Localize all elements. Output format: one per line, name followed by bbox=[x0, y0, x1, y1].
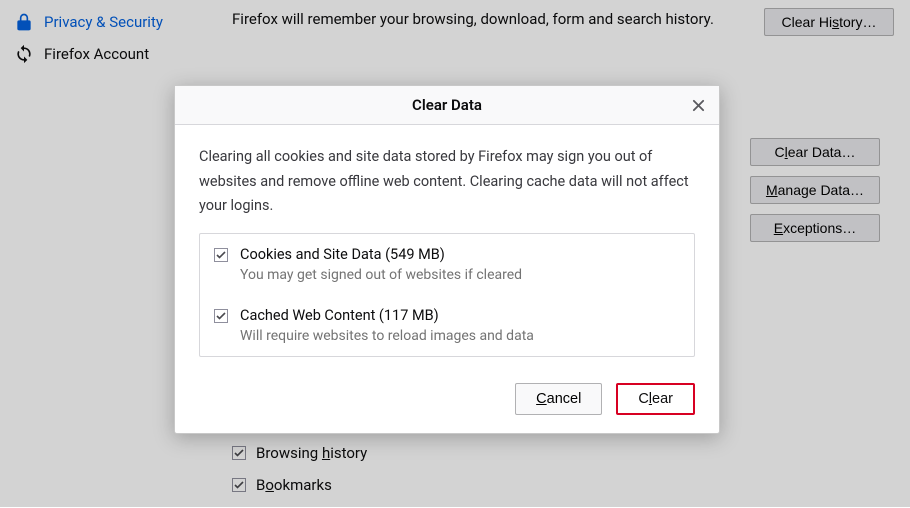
dialog-description: Clearing all cookies and site data store… bbox=[199, 145, 695, 219]
cancel-button[interactable]: Cancel bbox=[515, 383, 602, 415]
dialog-header: Clear Data bbox=[175, 86, 719, 125]
close-icon[interactable] bbox=[687, 94, 709, 116]
dialog-title: Clear Data bbox=[412, 96, 482, 114]
dialog-footer: Cancel Clear bbox=[175, 373, 719, 433]
option-subtitle: You may get signed out of websites if cl… bbox=[240, 267, 522, 283]
option-cookies-site-data[interactable]: Cookies and Site Data (549 MB) You may g… bbox=[200, 234, 694, 295]
option-title: Cached Web Content (117 MB) bbox=[240, 307, 534, 324]
checkbox-icon bbox=[214, 309, 228, 323]
clear-options-box: Cookies and Site Data (549 MB) You may g… bbox=[199, 233, 695, 357]
clear-button[interactable]: Clear bbox=[616, 383, 695, 415]
option-cached-web-content[interactable]: Cached Web Content (117 MB) Will require… bbox=[200, 295, 694, 356]
option-subtitle: Will require websites to reload images a… bbox=[240, 328, 534, 344]
dialog-body: Clearing all cookies and site data store… bbox=[175, 125, 719, 373]
clear-data-dialog: Clear Data Clearing all cookies and site… bbox=[174, 85, 720, 434]
checkbox-icon bbox=[214, 248, 228, 262]
option-title: Cookies and Site Data (549 MB) bbox=[240, 246, 522, 263]
